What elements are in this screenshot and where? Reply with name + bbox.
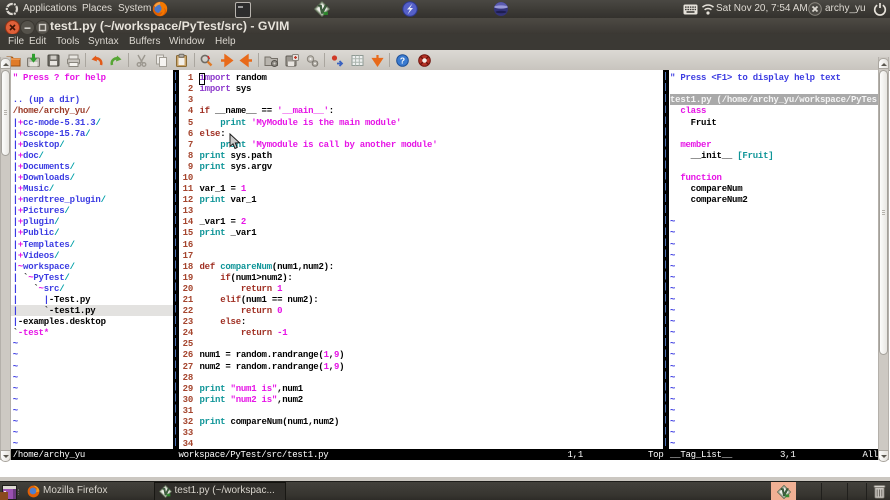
svg-text:?: ? <box>399 55 404 65</box>
